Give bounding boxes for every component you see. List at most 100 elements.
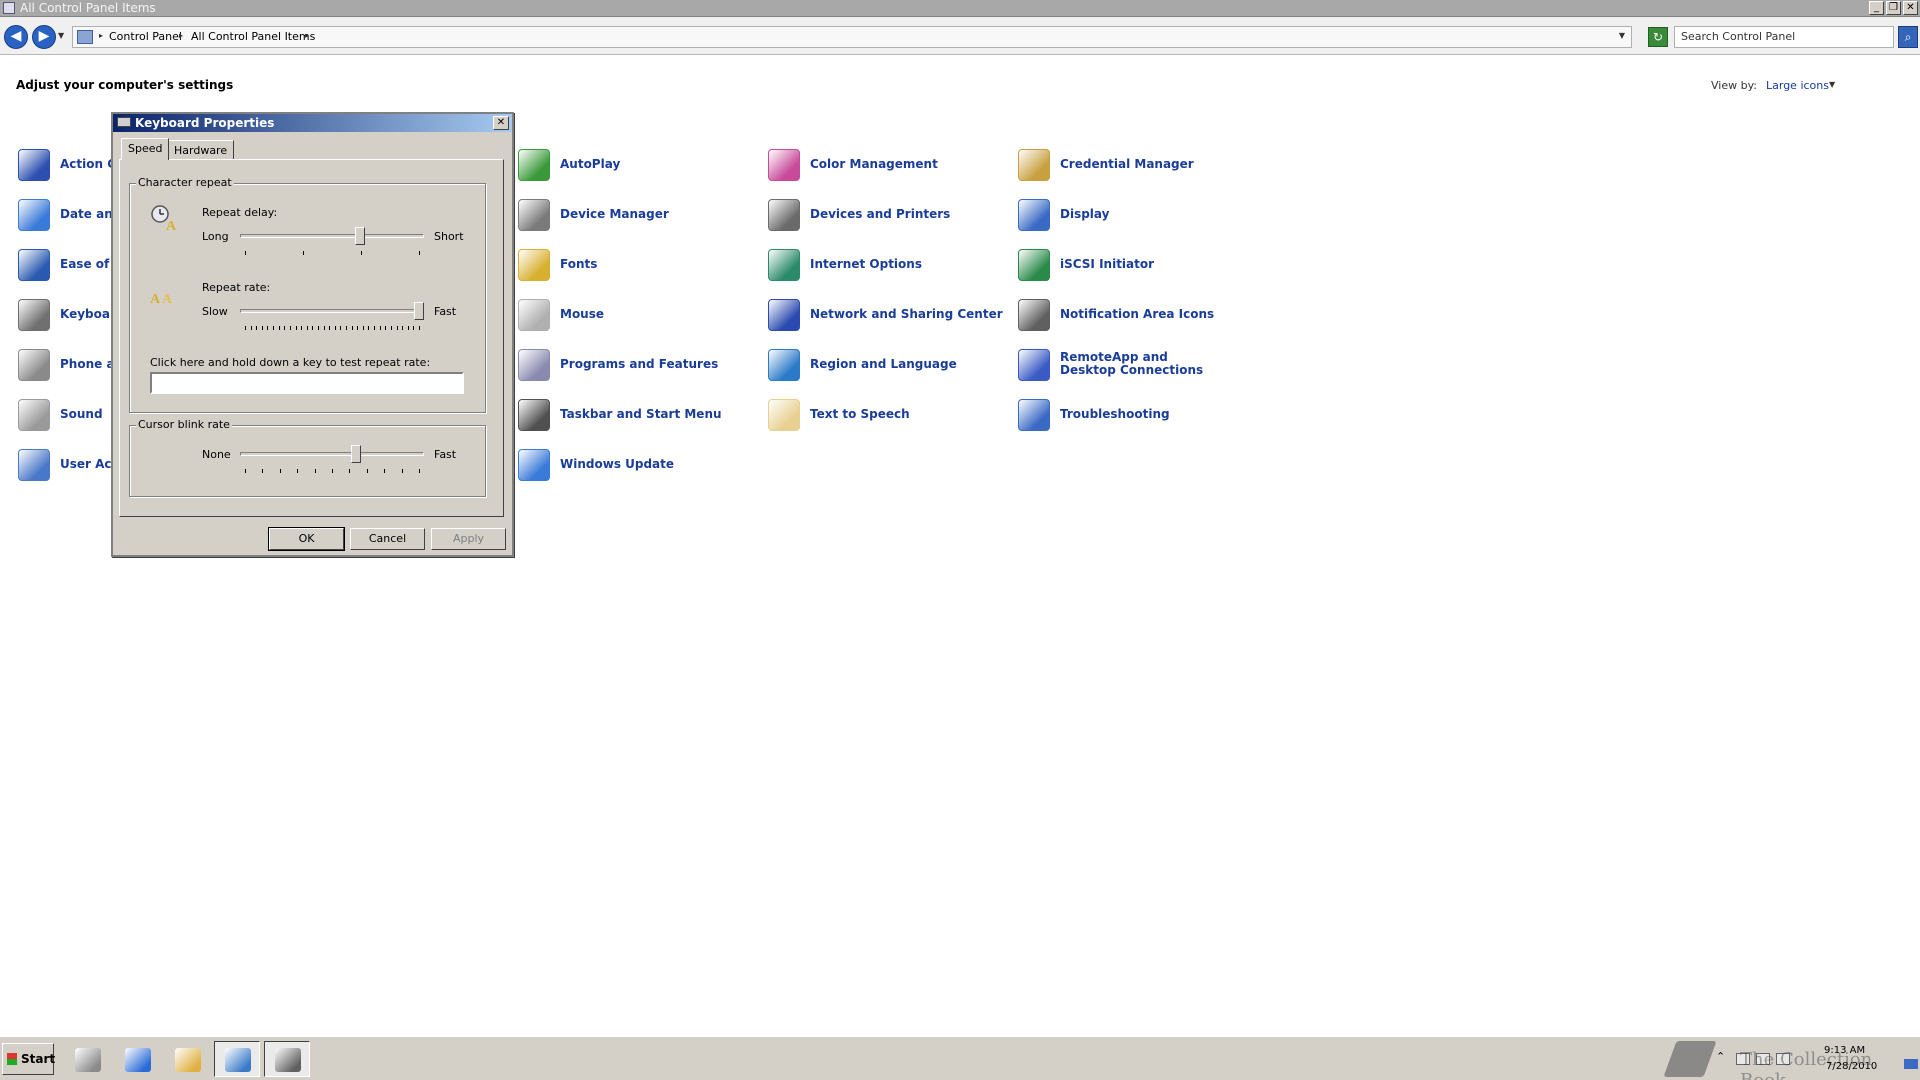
cp-item-label[interactable]: AutoPlay	[560, 157, 620, 171]
history-dropdown-icon[interactable]: ▼	[58, 31, 64, 40]
taskbar-app-keyboard[interactable]	[264, 1041, 310, 1077]
svg-text:A: A	[150, 292, 161, 307]
cp-item-fonts[interactable]: Fonts	[518, 245, 758, 285]
cp-item-iscsi-initiator[interactable]: iSCSI Initiator	[1018, 245, 1258, 285]
cp-item-label[interactable]: Taskbar and Start Menu	[560, 407, 722, 421]
repeat-rate-slider[interactable]	[414, 302, 424, 320]
cursor-blink-slider[interactable]	[351, 445, 362, 463]
programs-icon	[518, 349, 550, 381]
cp-item-autoplay[interactable]: AutoPlay	[518, 145, 758, 185]
cp-item-label[interactable]: Internet Options	[810, 257, 922, 271]
slider-tick	[385, 326, 386, 330]
troubleshoot-icon	[1018, 399, 1050, 431]
cp-item-remoteapp-and-desktop-connections[interactable]: RemoteApp and Desktop Connections	[1018, 345, 1258, 385]
dialog-close-button[interactable]: ✕	[493, 116, 509, 130]
group-label: Cursor blink rate	[136, 418, 232, 431]
slider-tick	[262, 326, 263, 330]
start-button[interactable]: Start	[2, 1043, 55, 1075]
taskbar-app-powershell[interactable]	[114, 1041, 160, 1077]
chevron-right-icon[interactable]: ▸	[99, 31, 103, 40]
back-button[interactable]: ◀	[4, 25, 28, 49]
cancel-button[interactable]: Cancel	[350, 528, 425, 550]
repeat-rate-track[interactable]	[240, 309, 424, 313]
refresh-button[interactable]: ↻	[1648, 27, 1668, 47]
slider-tick	[312, 326, 313, 330]
server-manager-icon	[75, 1048, 101, 1072]
taskbar-app-explorer[interactable]	[164, 1041, 210, 1077]
cp-item-internet-options[interactable]: Internet Options	[768, 245, 1008, 285]
repeat-rate-min: Slow	[202, 305, 228, 318]
taskbar-app-server-manager[interactable]	[64, 1041, 110, 1077]
cp-item-label[interactable]: iSCSI Initiator	[1060, 257, 1154, 271]
crumb-control-panel[interactable]: Control Panel	[109, 30, 182, 43]
cp-item-label[interactable]: Devices and Printers	[810, 207, 950, 221]
cp-item-network-and-sharing-center[interactable]: Network and Sharing Center	[768, 295, 1008, 335]
clock-time[interactable]: 9:13 AM	[1824, 1045, 1865, 1056]
cp-item-label[interactable]: Device Manager	[560, 207, 669, 221]
cp-item-windows-update[interactable]: Windows Update	[518, 445, 758, 485]
cp-item-label[interactable]: Sound	[60, 407, 103, 421]
chevron-down-icon[interactable]: ▼	[1829, 80, 1835, 89]
cp-item-label[interactable]: Fonts	[560, 257, 597, 271]
remote-desktop-icon	[1018, 349, 1050, 381]
restore-button[interactable]: ❐	[1886, 1, 1901, 15]
cursor-blink-ticks	[245, 469, 420, 474]
cp-item-troubleshooting[interactable]: Troubleshooting	[1018, 395, 1258, 435]
crumb-all-items[interactable]: All Control Panel Items	[191, 30, 315, 43]
cursor-blink-track[interactable]	[240, 452, 424, 456]
cp-item-display[interactable]: Display	[1018, 195, 1258, 235]
chevron-right-icon[interactable]: ▸	[179, 31, 183, 40]
show-desktop-button[interactable]	[1904, 1059, 1918, 1069]
cp-item-programs-and-features[interactable]: Programs and Features	[518, 345, 758, 385]
cp-item-label[interactable]: Region and Language	[810, 357, 957, 371]
speaker-icon	[18, 399, 50, 431]
cp-item-label[interactable]: Windows Update	[560, 457, 674, 471]
cp-item-label[interactable]: Display	[1060, 207, 1109, 221]
slider-tick	[290, 326, 291, 330]
cp-item-label[interactable]: Mouse	[560, 307, 604, 321]
slider-tick	[402, 326, 403, 330]
cursor-blink-min: None	[202, 448, 231, 461]
cp-item-label[interactable]: Color Management	[810, 157, 938, 171]
breadcrumb[interactable]: ▸ Control Panel ▸ All Control Panel Item…	[72, 26, 1632, 48]
cp-item-label[interactable]: Credential Manager	[1060, 157, 1194, 171]
slider-tick	[324, 326, 325, 330]
tab-hardware[interactable]: Hardware	[167, 140, 235, 160]
cp-item-label[interactable]: Notification Area Icons	[1060, 307, 1214, 321]
cp-item-label[interactable]: Troubleshooting	[1060, 407, 1170, 421]
forward-button[interactable]: ▶	[32, 25, 56, 49]
apply-button[interactable]: Apply	[431, 528, 506, 550]
svg-text:A: A	[162, 292, 173, 307]
repeat-delay-track[interactable]	[240, 234, 424, 238]
dialog-titlebar[interactable]: Keyboard Properties ✕	[113, 114, 512, 132]
minimize-button[interactable]: _	[1869, 1, 1884, 15]
search-icon[interactable]: ⌕	[1898, 26, 1918, 48]
cp-item-color-management[interactable]: Color Management	[768, 145, 1008, 185]
search-input[interactable]: Search Control Panel	[1674, 26, 1894, 48]
cursor-blink-max: Fast	[434, 448, 457, 461]
chevron-right-icon[interactable]: ▸	[305, 31, 309, 40]
cp-item-mouse[interactable]: Mouse	[518, 295, 758, 335]
cp-item-label[interactable]: Network and Sharing Center	[810, 307, 1003, 321]
ok-button[interactable]: OK	[268, 527, 345, 551]
chevron-up-icon[interactable]: ⌃	[1716, 1050, 1725, 1063]
address-dropdown-icon[interactable]: ▼	[1619, 31, 1625, 40]
cp-item-label[interactable]: RemoteApp and Desktop Connections	[1060, 351, 1220, 377]
cp-item-label[interactable]: Programs and Features	[560, 357, 718, 371]
clock-date[interactable]: 7/28/2010	[1826, 1061, 1877, 1072]
taskbar-app-control-panel[interactable]	[214, 1041, 260, 1077]
repeat-delay-slider[interactable]	[354, 227, 365, 245]
cp-item-label[interactable]: Text to Speech	[810, 407, 910, 421]
cp-item-taskbar-and-start-menu[interactable]: Taskbar and Start Menu	[518, 395, 758, 435]
cp-item-region-and-language[interactable]: Region and Language	[768, 345, 1008, 385]
view-by-select[interactable]: Large icons	[1766, 79, 1829, 92]
cp-item-notification-area-icons[interactable]: Notification Area Icons	[1018, 295, 1258, 335]
cp-item-devices-and-printers[interactable]: Devices and Printers	[768, 195, 1008, 235]
tab-speed[interactable]: Speed	[121, 138, 170, 160]
test-repeat-input[interactable]	[150, 372, 464, 394]
cp-item-text-to-speech[interactable]: Text to Speech	[768, 395, 1008, 435]
cp-item-device-manager[interactable]: Device Manager	[518, 195, 758, 235]
slider-tick	[318, 326, 319, 330]
cp-item-credential-manager[interactable]: Credential Manager	[1018, 145, 1258, 185]
close-button[interactable]: ✕	[1903, 1, 1918, 15]
